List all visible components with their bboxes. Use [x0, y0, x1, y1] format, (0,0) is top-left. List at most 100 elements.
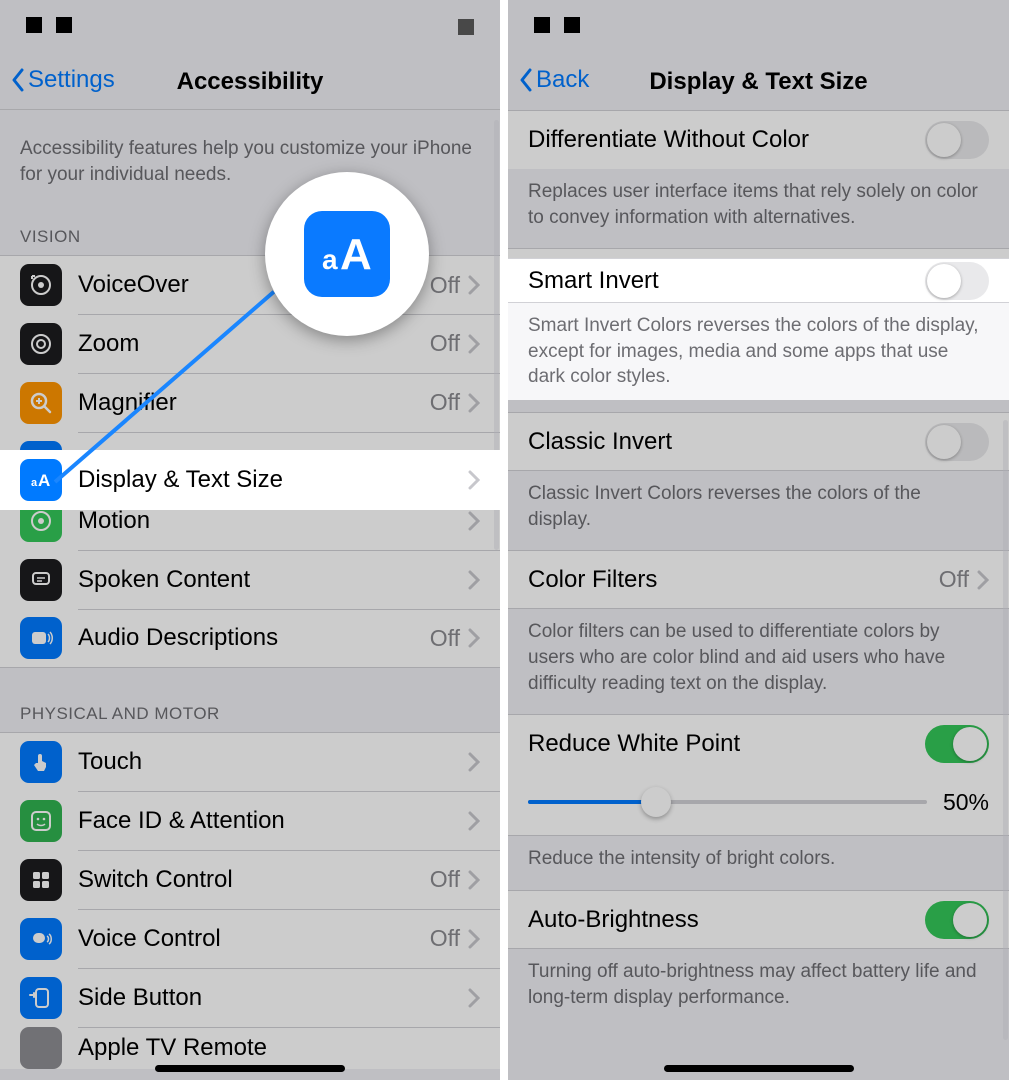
chevron-right-icon: [468, 870, 480, 890]
apple-tv-remote-icon: [20, 1027, 62, 1069]
row-label: Spoken Content: [78, 566, 468, 594]
row-spoken-content[interactable]: Spoken Content: [0, 550, 500, 609]
row-value: Off: [430, 866, 460, 893]
intro-text: Accessibility features help you customiz…: [0, 110, 500, 201]
row-side-button[interactable]: Side Button: [0, 968, 500, 1027]
chevron-right-icon: [468, 570, 480, 590]
audio-descriptions-icon: [20, 617, 62, 659]
page-title: Display & Text Size: [508, 68, 1009, 96]
row-footer: Reduce the intensity of bright colors.: [508, 836, 1009, 890]
status-bar: [508, 0, 1009, 54]
voiceover-icon: [20, 264, 62, 306]
chevron-right-icon: [468, 275, 480, 295]
chevron-right-icon: [468, 334, 480, 354]
row-value: Off: [430, 625, 460, 652]
slider-percent: 50%: [943, 789, 989, 816]
row-label: Differentiate Without Color: [528, 126, 925, 154]
row-classic-invert[interactable]: Classic Invert: [508, 412, 1009, 471]
chevron-right-icon: [468, 752, 480, 772]
callout-bubble: aA: [265, 172, 429, 336]
row-footer: Smart Invert Colors reverses the colors …: [508, 303, 1009, 400]
row-label: Classic Invert: [528, 428, 925, 456]
home-indicator[interactable]: [155, 1065, 345, 1072]
zoom-icon: [20, 323, 62, 365]
row-label: Display & Text Size: [78, 466, 468, 494]
row-color-filters[interactable]: Color Filters Off: [508, 550, 1009, 609]
page-title: Accessibility: [0, 68, 500, 96]
chevron-right-icon: [468, 511, 480, 531]
highlight-block-smart-invert: Smart Invert Smart Invert Colors reverse…: [508, 258, 1009, 400]
row-value: Off: [939, 566, 969, 593]
svg-text:A: A: [340, 230, 372, 279]
row-label: Switch Control: [78, 866, 430, 894]
row-value: Off: [430, 389, 460, 416]
chevron-right-icon: [977, 570, 989, 590]
row-label: Apple TV Remote: [78, 1034, 480, 1062]
row-value: Off: [430, 925, 460, 952]
row-touch[interactable]: Touch: [0, 732, 500, 791]
toggle-classic-invert[interactable]: [925, 423, 989, 461]
row-footer: Replaces user interface items that rely …: [508, 169, 1009, 248]
pane-display-text-size: Back Display & Text Size Differentiate W…: [508, 0, 1009, 1080]
home-indicator[interactable]: [664, 1065, 854, 1072]
row-auto-brightness[interactable]: Auto-Brightness: [508, 890, 1009, 949]
row-value: Off: [430, 330, 460, 357]
row-label: Auto-Brightness: [528, 906, 925, 934]
row-magnifier[interactable]: Magnifier Off: [0, 373, 500, 432]
row-label: Voice Control: [78, 925, 430, 953]
row-footer: Classic Invert Colors reverses the color…: [508, 471, 1009, 550]
chevron-right-icon: [468, 470, 480, 490]
pane-accessibility: Settings Accessibility Accessibility fea…: [0, 0, 500, 1080]
svg-text:A: A: [38, 471, 50, 490]
row-reduce-white-point[interactable]: Reduce White Point: [508, 714, 1009, 773]
row-differentiate-color[interactable]: Differentiate Without Color: [508, 110, 1009, 169]
chevron-right-icon: [468, 811, 480, 831]
svg-text:a: a: [322, 244, 338, 275]
chevron-right-icon: [468, 929, 480, 949]
pane-divider: [500, 0, 508, 1080]
row-label: Reduce White Point: [528, 730, 925, 758]
section-header-motor: PHYSICAL AND MOTOR: [0, 668, 500, 732]
row-audio-descriptions[interactable]: Audio Descriptions Off: [0, 609, 500, 668]
row-label: Color Filters: [528, 566, 939, 594]
row-label: Touch: [78, 748, 468, 776]
chevron-right-icon: [468, 628, 480, 648]
switch-control-icon: [20, 859, 62, 901]
toggle-differentiate-color[interactable]: [925, 121, 989, 159]
chevron-right-icon: [468, 988, 480, 1008]
row-face-id[interactable]: Face ID & Attention: [0, 791, 500, 850]
row-switch-control[interactable]: Switch Control Off: [0, 850, 500, 909]
toggle-auto-brightness[interactable]: [925, 901, 989, 939]
row-label: Smart Invert: [528, 267, 925, 295]
side-button-icon: [20, 977, 62, 1019]
row-footer: Turning off auto-brightness may affect b…: [508, 949, 1009, 1028]
nav-bar: Settings Accessibility: [0, 54, 500, 110]
row-label: Side Button: [78, 984, 468, 1012]
row-smart-invert[interactable]: Smart Invert: [508, 258, 1009, 303]
row-voice-control[interactable]: Voice Control Off: [0, 909, 500, 968]
toggle-smart-invert[interactable]: [925, 262, 989, 300]
row-zoom[interactable]: Zoom Off: [0, 314, 500, 373]
magnifier-icon: [20, 382, 62, 424]
slider-row-white-point: 50%: [508, 773, 1009, 836]
svg-text:a: a: [31, 477, 38, 489]
voice-control-icon: [20, 918, 62, 960]
row-label: Zoom: [78, 330, 430, 358]
row-value: Off: [430, 272, 460, 299]
touch-icon: [20, 741, 62, 783]
row-label: Face ID & Attention: [78, 807, 468, 835]
spoken-content-icon: [20, 559, 62, 601]
nav-bar: Back Display & Text Size: [508, 54, 1009, 110]
toggle-reduce-white-point[interactable]: [925, 725, 989, 763]
chevron-right-icon: [468, 393, 480, 413]
row-footer: Color filters can be used to differentia…: [508, 609, 1009, 714]
text-size-icon-large: aA: [304, 211, 390, 297]
slider-white-point[interactable]: [528, 787, 927, 817]
face-id-icon: [20, 800, 62, 842]
scrollbar-thumb[interactable]: [1003, 420, 1008, 1040]
row-label: Audio Descriptions: [78, 624, 430, 652]
status-bar: [0, 0, 500, 54]
row-label: Motion: [78, 507, 468, 535]
highlight-row-display-text-size[interactable]: aA Display & Text Size: [0, 450, 500, 510]
row-apple-tv-remote[interactable]: Apple TV Remote: [0, 1027, 500, 1069]
